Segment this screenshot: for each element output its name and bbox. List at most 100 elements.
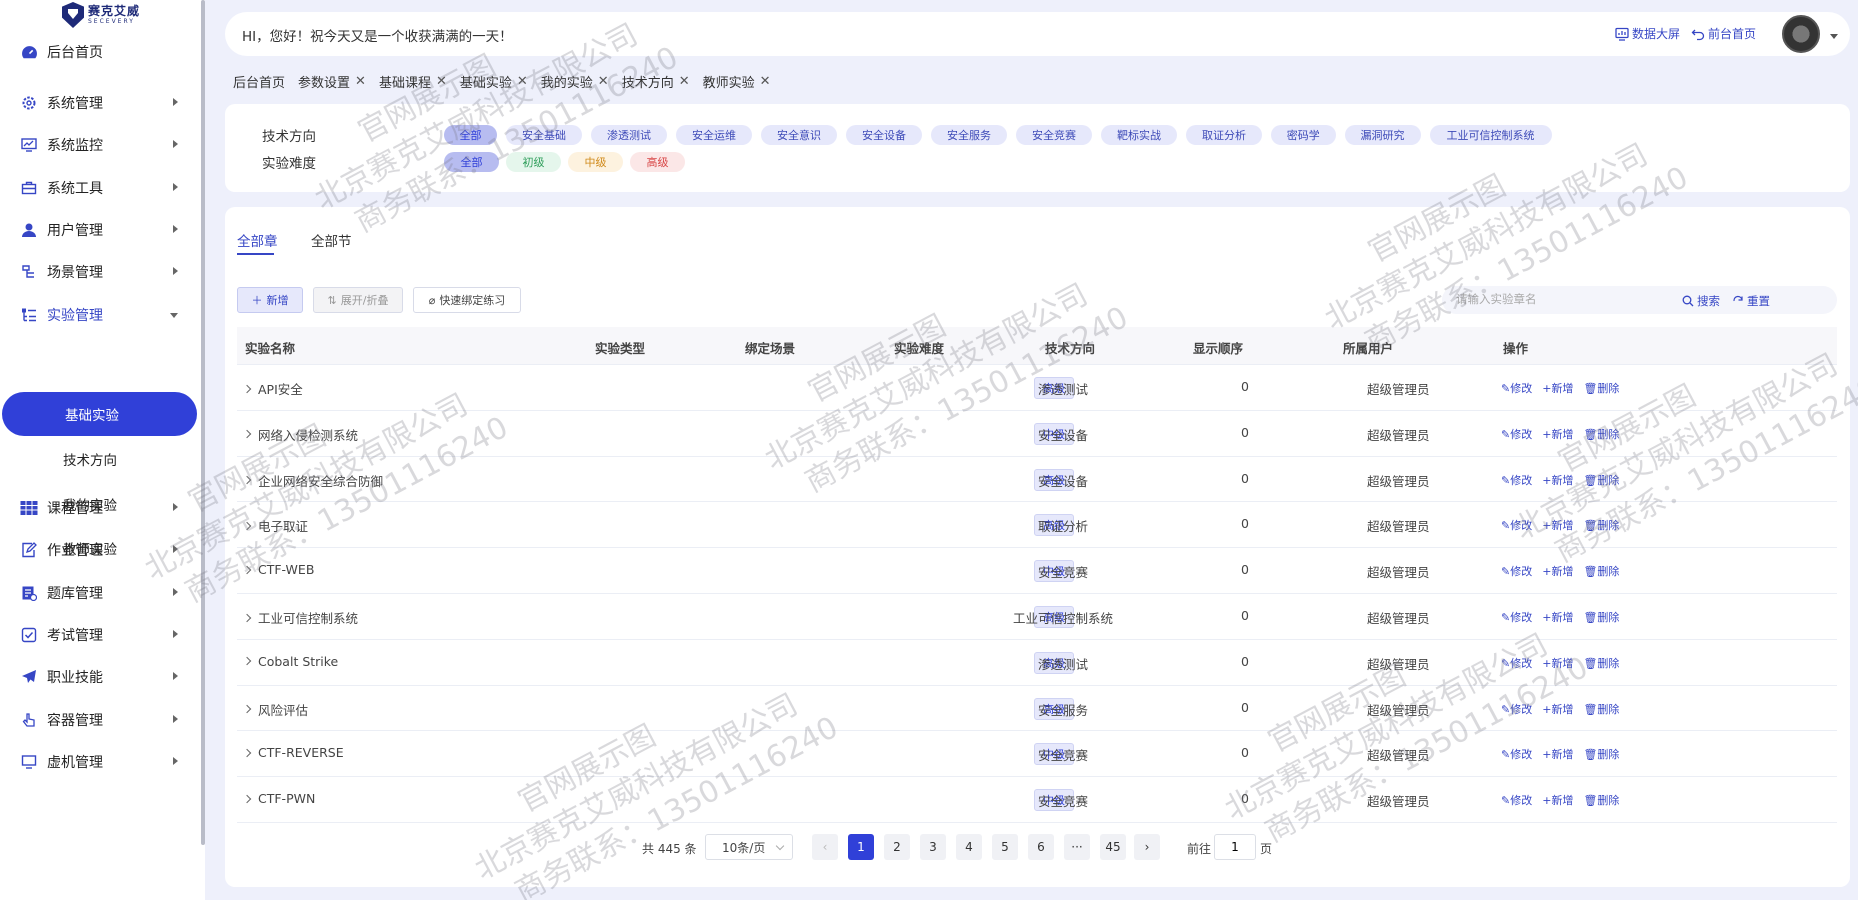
edit-button[interactable]: ✎修改 [1501, 609, 1532, 625]
add-child-button[interactable]: +新增 [1542, 563, 1573, 579]
chevron-right-icon[interactable] [242, 794, 252, 803]
close-icon[interactable]: ✕ [436, 74, 447, 89]
chevron-right-icon[interactable] [242, 384, 252, 393]
delete-button[interactable]: 🗑删除 [1583, 517, 1619, 533]
page-button-3[interactable]: 3 [920, 834, 946, 860]
page-size-select[interactable]: 10条/页 [705, 834, 793, 860]
page-button-last[interactable]: 45 [1100, 834, 1126, 860]
tab-6[interactable]: 技术方向 ✕ [622, 72, 690, 91]
sidebar-item-7[interactable]: 实验管理 [0, 295, 200, 335]
sidebar-item-13[interactable]: 容器管理 [0, 700, 200, 740]
next-page-button[interactable]: › [1134, 834, 1160, 860]
front-home-link[interactable]: 前台首页 [1691, 25, 1756, 42]
search-input[interactable] [1456, 292, 1676, 306]
add-child-button[interactable]: +新增 [1542, 426, 1573, 442]
delete-button[interactable]: 🗑删除 [1583, 563, 1619, 579]
edit-button[interactable]: ✎修改 [1501, 472, 1532, 488]
add-child-button[interactable]: +新增 [1542, 746, 1573, 762]
sidebar-scrollbar[interactable] [201, 0, 205, 845]
edit-button[interactable]: ✎修改 [1501, 655, 1532, 671]
difficulty-chip-4[interactable]: 高级 [630, 152, 685, 172]
page-button-5[interactable]: 5 [992, 834, 1018, 860]
close-icon[interactable]: ✕ [760, 74, 771, 89]
search-button[interactable]: 搜索 [1682, 293, 1720, 309]
edit-button[interactable]: ✎修改 [1501, 426, 1532, 442]
sidebar-subitem-4[interactable]: 教师实验 [0, 528, 198, 568]
prev-page-button[interactable]: ‹ [812, 834, 838, 860]
sidebar-item-14[interactable]: 虚机管理 [0, 742, 200, 782]
delete-button[interactable]: 🗑删除 [1583, 609, 1619, 625]
tech-chip-13[interactable]: 工业可信控制系统 [1429, 125, 1552, 145]
delete-button[interactable]: 🗑删除 [1583, 701, 1619, 717]
tech-chip-7[interactable]: 安全服务 [931, 125, 1007, 145]
add-child-button[interactable]: +新增 [1542, 609, 1573, 625]
add-child-button[interactable]: +新增 [1542, 472, 1573, 488]
add-child-button[interactable]: +新增 [1542, 380, 1573, 396]
delete-button[interactable]: 🗑删除 [1583, 472, 1619, 488]
chevron-right-icon[interactable] [242, 748, 252, 758]
sidebar-item-3[interactable]: 系统监控 [0, 125, 200, 165]
tab-7[interactable]: 教师实验 ✕ [703, 72, 771, 91]
avatar[interactable] [1782, 15, 1820, 53]
tech-chip-10[interactable]: 取证分析 [1186, 125, 1262, 145]
page-jump-input[interactable] [1214, 834, 1256, 860]
sidebar-subitem-3[interactable]: 我的实验 [0, 484, 198, 524]
tab-1[interactable]: 后台首页 [233, 72, 285, 91]
edit-button[interactable]: ✎修改 [1501, 380, 1532, 396]
delete-button[interactable]: 🗑删除 [1583, 746, 1619, 762]
tech-chip-1[interactable]: 全部 [444, 125, 497, 145]
delete-button[interactable]: 🗑删除 [1583, 380, 1619, 396]
page-ellipsis[interactable]: ··· [1064, 834, 1090, 860]
edit-button[interactable]: ✎修改 [1501, 701, 1532, 717]
close-icon[interactable]: ✕ [517, 74, 528, 89]
expand-collapse-button[interactable]: ⇅ 展开/折叠 [313, 287, 403, 313]
chevron-right-icon[interactable] [242, 565, 252, 574]
tab-3[interactable]: 基础课程 ✕ [379, 72, 447, 91]
sidebar-subitem-2[interactable]: 技术方向 [0, 439, 198, 479]
caret-down-icon[interactable] [1830, 34, 1838, 39]
difficulty-chip-2[interactable]: 初级 [506, 152, 561, 172]
tech-chip-4[interactable]: 安全运维 [676, 125, 752, 145]
chevron-right-icon[interactable] [242, 521, 252, 531]
edit-button[interactable]: ✎修改 [1501, 746, 1532, 762]
tab-all-sections[interactable]: 全部节 [311, 230, 352, 250]
difficulty-chip-3[interactable]: 中级 [568, 152, 623, 172]
tech-chip-5[interactable]: 安全意识 [761, 125, 837, 145]
data-screen-link[interactable]: 数据大屏 [1615, 25, 1680, 42]
tech-chip-6[interactable]: 安全设备 [846, 125, 922, 145]
chevron-right-icon[interactable] [242, 657, 252, 666]
add-child-button[interactable]: +新增 [1542, 655, 1573, 671]
tech-chip-11[interactable]: 密码学 [1271, 125, 1336, 145]
tech-chip-3[interactable]: 渗透测试 [591, 125, 667, 145]
add-child-button[interactable]: +新增 [1542, 792, 1573, 808]
page-button-1[interactable]: 1 [848, 834, 874, 860]
reset-button[interactable]: 重置 [1732, 293, 1770, 309]
add-button[interactable]: ＋新增 [237, 287, 303, 313]
tech-chip-8[interactable]: 安全竞赛 [1016, 125, 1092, 145]
chevron-right-icon[interactable] [242, 613, 252, 622]
delete-button[interactable]: 🗑删除 [1583, 426, 1619, 442]
chevron-right-icon[interactable] [242, 704, 252, 714]
close-icon[interactable]: ✕ [679, 74, 690, 89]
sidebar-subitem-1[interactable]: 基础实验 [2, 392, 197, 436]
delete-button[interactable]: 🗑删除 [1583, 655, 1619, 671]
sidebar-item-12[interactable]: 职业技能 [0, 657, 200, 697]
sidebar-item-4[interactable]: 系统工具 [0, 168, 200, 208]
page-button-4[interactable]: 4 [956, 834, 982, 860]
chevron-right-icon[interactable] [242, 475, 252, 485]
sidebar-item-1[interactable]: 后台首页 [0, 32, 200, 72]
page-button-2[interactable]: 2 [884, 834, 910, 860]
close-icon[interactable]: ✕ [598, 74, 609, 89]
sidebar-item-6[interactable]: 场景管理 [0, 252, 200, 292]
tech-chip-2[interactable]: 安全基础 [506, 125, 582, 145]
add-child-button[interactable]: +新增 [1542, 701, 1573, 717]
tech-chip-9[interactable]: 靶标实战 [1101, 125, 1177, 145]
quick-bind-button[interactable]: ⌀ 快速绑定练习 [413, 287, 521, 313]
tab-5[interactable]: 我的实验 ✕ [541, 72, 609, 91]
page-button-6[interactable]: 6 [1028, 834, 1054, 860]
sidebar-item-10[interactable]: 题库管理 [0, 573, 200, 613]
tech-chip-12[interactable]: 漏洞研究 [1344, 125, 1421, 145]
add-child-button[interactable]: +新增 [1542, 517, 1573, 533]
delete-button[interactable]: 🗑删除 [1583, 792, 1619, 808]
sidebar-item-5[interactable]: 用户管理 [0, 210, 200, 250]
